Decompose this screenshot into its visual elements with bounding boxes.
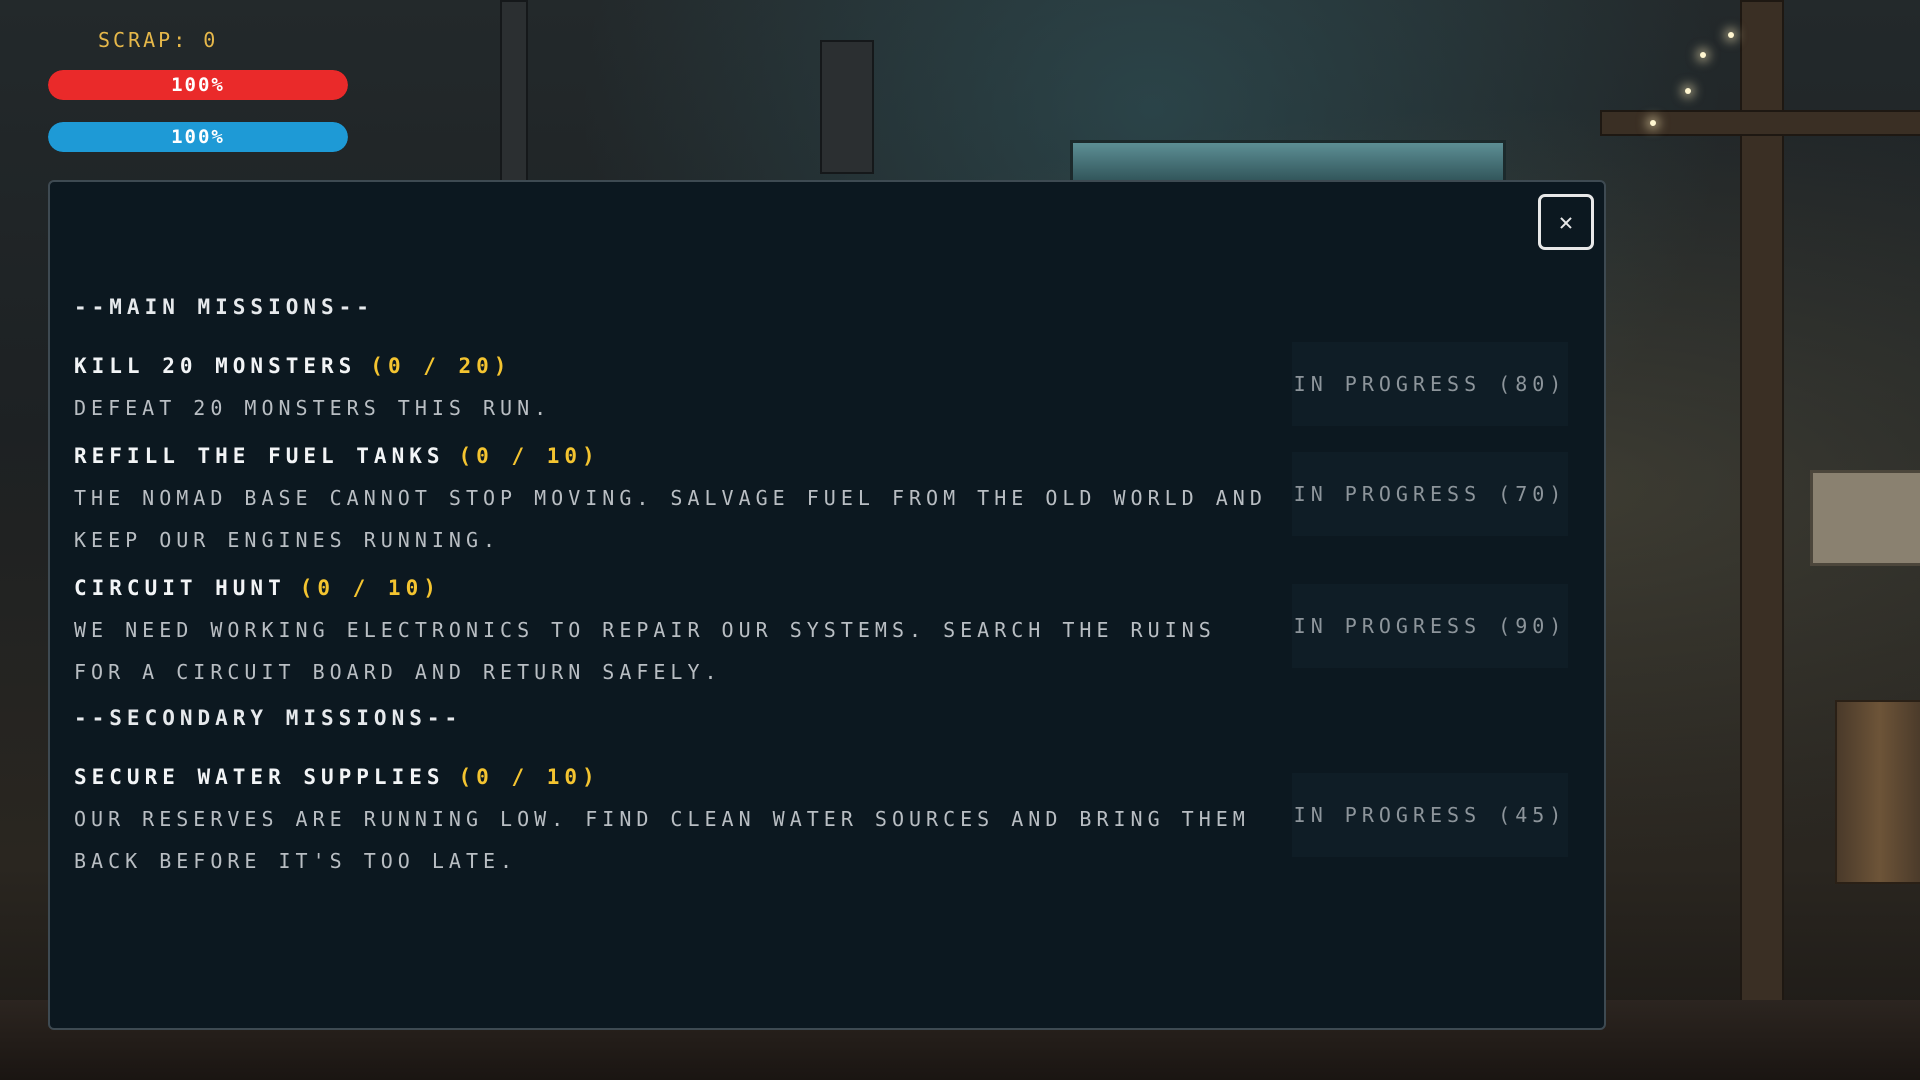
mission-progress-count: (0 / 10): [458, 765, 600, 789]
main-missions-heading: --MAIN MISSIONS--: [74, 295, 374, 319]
background-support-beam: [1740, 0, 1784, 1080]
background-string-light: [1728, 32, 1734, 38]
background-pipe: [500, 0, 528, 184]
background-string-light: [1700, 52, 1706, 58]
background-string-light: [1650, 120, 1656, 126]
energy-bar: 100%: [48, 122, 348, 152]
mission-progress-count: (0 / 10): [458, 444, 600, 468]
mission-status: IN PROGRESS (70): [1292, 452, 1568, 536]
close-button[interactable]: ✕: [1538, 194, 1594, 250]
mission-title: REFILL THE FUEL TANKS (0 / 10): [74, 444, 600, 468]
mission-status: IN PROGRESS (45): [1292, 773, 1568, 857]
mission-title: KILL 20 MONSTERS (0 / 20): [74, 354, 511, 378]
health-bar-label: 100%: [171, 74, 225, 96]
mission-status: IN PROGRESS (90): [1292, 584, 1568, 668]
background-sign: [1810, 470, 1920, 566]
mission-title-text: KILL 20 MONSTERS: [74, 354, 357, 378]
scrap-counter: SCRAP: 0: [98, 28, 219, 52]
background-string-light: [1685, 88, 1691, 94]
mission-title: CIRCUIT HUNT (0 / 10): [74, 576, 441, 600]
health-bar: 100%: [48, 70, 348, 100]
background-crossbeam: [1600, 110, 1920, 136]
energy-bar-label: 100%: [171, 126, 225, 148]
mission-description: WE NEED WORKING ELECTRONICS TO REPAIR OU…: [74, 618, 1216, 684]
mission-title: SECURE WATER SUPPLIES (0 / 10): [74, 765, 600, 789]
background-machine: [820, 40, 874, 174]
mission-progress-count: (0 / 20): [370, 354, 512, 378]
mission-title-text: REFILL THE FUEL TANKS: [74, 444, 445, 468]
mission-description: THE NOMAD BASE CANNOT STOP MOVING. SALVA…: [74, 486, 1267, 552]
mission-status: IN PROGRESS (80): [1292, 342, 1568, 426]
missions-panel: ✕ --MAIN MISSIONS-- KILL 20 MONSTERS (0 /…: [48, 180, 1606, 1030]
close-icon: ✕: [1558, 208, 1574, 236]
mission-description: DEFEAT 20 MONSTERS THIS RUN.: [74, 396, 552, 420]
mission-title-text: CIRCUIT HUNT: [74, 576, 286, 600]
mission-title-text: SECURE WATER SUPPLIES: [74, 765, 445, 789]
mission-progress-count: (0 / 10): [299, 576, 441, 600]
mission-description: OUR RESERVES ARE RUNNING LOW. FIND CLEAN…: [74, 807, 1250, 873]
background-barrel: [1835, 700, 1920, 884]
secondary-missions-heading: --SECONDARY MISSIONS--: [74, 706, 463, 730]
